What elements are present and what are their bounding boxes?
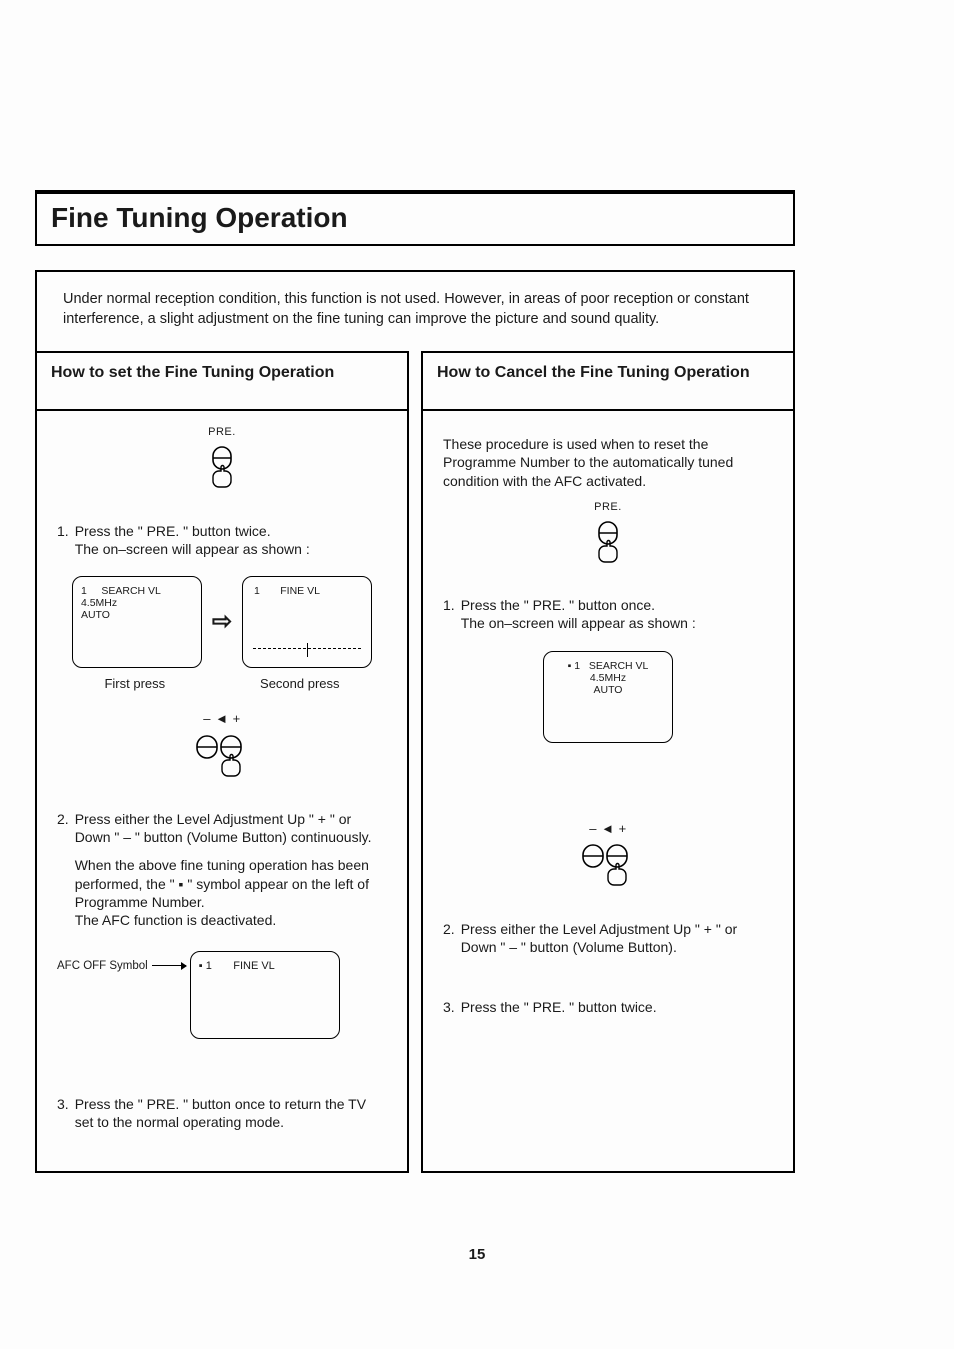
osd-search: ▪ 1 SEARCH VL 4.5MHz AUTO [443,651,773,743]
arrow-right-icon: ⇨ [212,606,232,637]
screens-row: 1 SEARCH VL 4.5MHz AUTO ⇨ 1 FINE VL [57,576,387,668]
callout-line [152,965,186,966]
afc-off-label: AFC OFF Symbol [57,951,148,974]
step-text: Press the " PRE. " button once to return… [75,1095,387,1131]
step-number: 1. [443,596,455,632]
pre-button-with-hand-icon [590,520,626,572]
screen-auto: AUTO [81,609,193,621]
step-text: Press the " PRE. " button once. The on–s… [461,596,773,632]
screen-mode: SEARCH VL [589,660,649,672]
pre-button-figure: PRE. [443,500,773,590]
screen-auto: AUTO [552,684,664,696]
step-text: Press the " PRE. " button twice. The on–… [75,522,387,558]
volume-buttons-figure: – ◄ + [443,821,773,914]
col-set-header: How to set the Fine Tuning Operation [37,353,407,411]
screen-ch: ▪ 1 [568,660,580,672]
osd-afc-off: ▪ 1 FINE VL [190,951,340,1039]
caption-row: First press Second press [57,676,387,693]
columns: How to set the Fine Tuning Operation PRE… [35,351,795,1173]
cancel-step-1: 1. Press the " PRE. " button once. The o… [443,596,773,632]
pre-label: PRE. [443,500,773,514]
cancel-step-3: 3. Press the " PRE. " button twice. [443,998,773,1016]
title-box: Fine Tuning Operation [35,190,795,246]
osd-cancel-search: ▪ 1 SEARCH VL 4.5MHz AUTO [543,651,673,743]
step-text: Press either the Level Adjustment Up " +… [75,810,387,846]
set-step-3: 3. Press the " PRE. " button once to ret… [57,1095,387,1131]
col-cancel-body: These procedure is used when to reset th… [423,411,793,1036]
step-number: 1. [57,522,69,558]
screen-freq: 4.5MHz [81,597,193,609]
step-text: Press either the Level Adjustment Up " +… [461,920,773,956]
pre-label: PRE. [57,425,387,439]
cancel-step-2: 2. Press either the Level Adjustment Up … [443,920,773,956]
volume-buttons-with-hand-icon [193,734,251,786]
set-step-1: 1. Press the " PRE. " button twice. The … [57,522,387,558]
pre-button-figure: PRE. [57,425,387,515]
cancel-intro: These procedure is used when to reset th… [443,435,773,490]
osd-second-press: 1 FINE VL [242,576,372,668]
screen-mode: FINE VL [233,960,275,972]
intro-box: Under normal reception condition, this f… [35,270,795,351]
second-press-caption: Second press [260,676,340,693]
osd-first-press: 1 SEARCH VL 4.5MHz AUTO [72,576,202,668]
step-para: When the above fine tuning operation has… [75,856,387,929]
col-cancel-heading: How to Cancel the Fine Tuning Operation [437,363,750,383]
col-set: How to set the Fine Tuning Operation PRE… [35,351,409,1173]
col-set-heading: How to set the Fine Tuning Operation [51,363,334,383]
afc-symbol-callout: AFC OFF Symbol ▪ 1 FINE VL [57,951,387,1039]
step-text: Press the " PRE. " button twice. [461,998,773,1016]
volume-buttons-with-hand-icon [579,843,637,895]
screen-mode: SEARCH VL [101,585,161,597]
screen-freq: 4.5MHz [552,672,664,684]
first-press-caption: First press [104,676,165,693]
page-title: Fine Tuning Operation [51,202,779,234]
col-set-body: PRE. 1. Press the " PRE. " button twice.… [37,411,407,1171]
step-number: 2. [57,810,69,939]
screen-ch: 1 [254,585,260,597]
pre-button-with-hand-icon [204,445,240,497]
col-cancel: How to Cancel the Fine Tuning Operation … [421,351,795,1173]
screen-ch: ▪ 1 [199,960,212,972]
screen-ch: 1 [81,585,87,597]
volume-label: – ◄ + [57,711,387,728]
step-number: 3. [57,1095,69,1131]
volume-buttons-figure: – ◄ + [57,711,387,804]
step-number: 2. [443,920,455,956]
screen-mode: FINE VL [280,585,320,597]
intro-text: Under normal reception condition, this f… [63,291,749,327]
step-number: 3. [443,998,455,1016]
page-number: 15 [0,1246,954,1263]
volume-label: – ◄ + [443,821,773,838]
manual-page: Fine Tuning Operation Under normal recep… [35,190,795,1173]
col-cancel-header: How to Cancel the Fine Tuning Operation [423,353,793,411]
set-step-2: 2. Press either the Level Adjustment Up … [57,810,387,939]
